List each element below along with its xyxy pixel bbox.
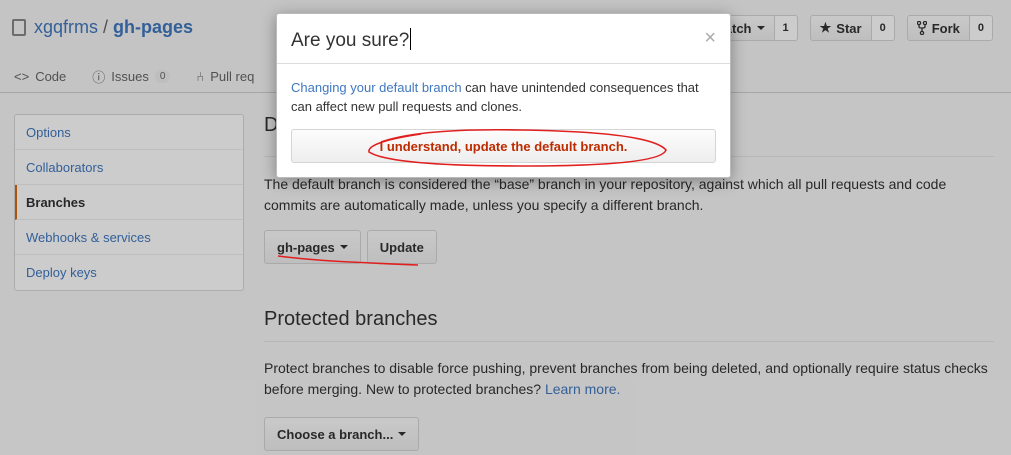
default-branch-link[interactable]: Changing your default branch: [291, 80, 462, 95]
dialog-message: Changing your default branch can have un…: [291, 78, 716, 116]
dialog-header: Are you sure? ×: [277, 14, 730, 64]
confirm-dialog: Are you sure? × Changing your default br…: [276, 13, 731, 178]
dialog-title: Are you sure?: [291, 30, 410, 51]
annotation-ellipse: [368, 128, 667, 167]
close-icon[interactable]: ×: [704, 28, 716, 48]
annotation-underline: [277, 255, 419, 266]
text-cursor: [410, 28, 412, 50]
